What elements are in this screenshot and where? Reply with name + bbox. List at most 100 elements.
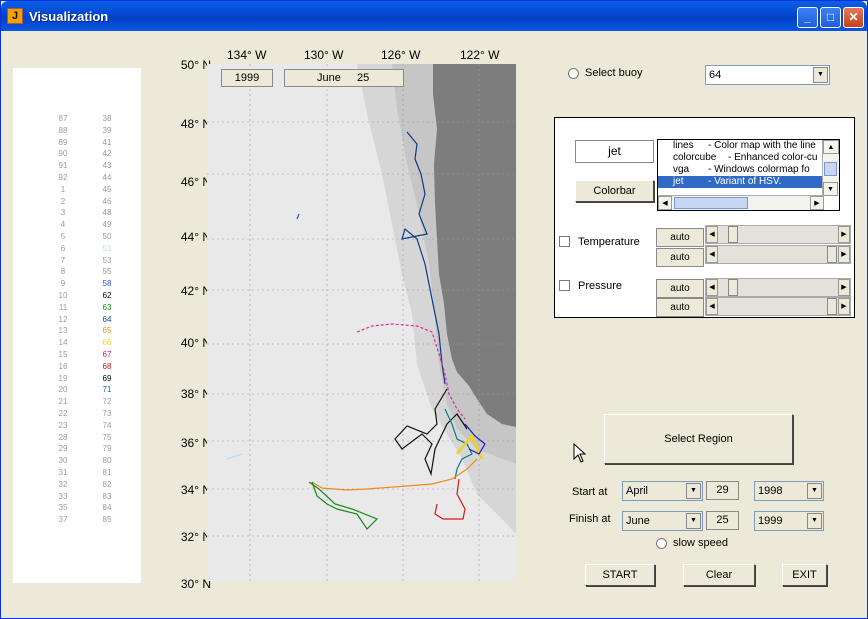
map-axes[interactable] — [207, 64, 516, 581]
buoy-id-item[interactable]: 2 — [50, 197, 76, 206]
slider-thumb[interactable] — [728, 226, 738, 243]
buoy-id-item[interactable]: 7 — [50, 256, 76, 265]
clear-button[interactable]: Clear — [683, 564, 755, 586]
buoy-id-item[interactable]: 31 — [50, 468, 76, 477]
buoy-id-item[interactable]: 79 — [94, 444, 120, 453]
buoy-id-item[interactable]: 3 — [50, 208, 76, 217]
buoy-id-item[interactable]: 75 — [94, 433, 120, 442]
listbox-vscrollbar[interactable]: ▲ ▼ — [822, 140, 839, 196]
buoy-id-item[interactable]: 58 — [94, 279, 120, 288]
buoy-id-item[interactable]: 84 — [94, 503, 120, 512]
buoy-id-item[interactable]: 53 — [94, 256, 120, 265]
buoy-id-item[interactable]: 29 — [50, 444, 76, 453]
buoy-id-item[interactable]: 80 — [94, 456, 120, 465]
scroll-up-icon[interactable]: ▲ — [823, 140, 839, 154]
buoy-id-item[interactable]: 9 — [50, 279, 76, 288]
buoy-id-item[interactable]: 15 — [50, 350, 76, 359]
close-button[interactable]: ✕ — [843, 7, 864, 28]
buoy-id-item[interactable]: 12 — [50, 315, 76, 324]
buoy-id-item[interactable]: 44 — [94, 173, 120, 182]
buoy-id-item[interactable]: 8 — [50, 267, 76, 276]
start-day-field[interactable]: 29 — [706, 481, 739, 500]
buoy-id-item[interactable]: 81 — [94, 468, 120, 477]
buoy-id-item[interactable]: 64 — [94, 315, 120, 324]
buoy-id-item[interactable]: 91 — [50, 161, 76, 170]
buoy-id-item[interactable]: 43 — [94, 161, 120, 170]
buoy-id-item[interactable]: 28 — [50, 433, 76, 442]
buoy-id-item[interactable]: 89 — [50, 138, 76, 147]
slider-thumb[interactable] — [827, 246, 837, 263]
start-button[interactable]: START — [585, 564, 655, 586]
buoy-id-item[interactable]: 11 — [50, 303, 76, 312]
buoy-select[interactable]: 64 ▼ — [705, 65, 830, 85]
buoy-id-item[interactable]: 37 — [50, 515, 76, 524]
slider-thumb[interactable] — [827, 298, 837, 315]
buoy-id-item[interactable]: 73 — [94, 409, 120, 418]
buoy-id-item[interactable]: 42 — [94, 149, 120, 158]
pressure-max-field[interactable]: auto — [656, 298, 704, 317]
buoy-id-item[interactable]: 82 — [94, 480, 120, 489]
buoy-id-item[interactable]: 14 — [50, 338, 76, 347]
colormap-list-item[interactable]: jet - Variant of HSV. — [658, 176, 823, 188]
slider-left-icon[interactable]: ◀ — [706, 279, 718, 296]
buoy-id-item[interactable]: 55 — [94, 267, 120, 276]
slow-speed-radio[interactable] — [656, 538, 667, 549]
listbox-hscrollbar[interactable]: ◀ ▶ — [658, 195, 824, 210]
listbox-vscroll-thumb[interactable] — [824, 162, 837, 176]
buoy-id-item[interactable]: 62 — [94, 291, 120, 300]
buoy-id-item[interactable]: 74 — [94, 421, 120, 430]
scroll-right-icon[interactable]: ▶ — [810, 196, 824, 210]
colormap-list-item[interactable]: colorcube - Enhanced color-cu — [658, 152, 823, 164]
select-buoy-radio[interactable] — [568, 68, 579, 79]
buoy-id-item[interactable]: 1 — [50, 185, 76, 194]
finish-month-select[interactable]: June ▼ — [622, 511, 703, 531]
finish-year-select[interactable]: 1999 ▼ — [754, 511, 824, 531]
buoy-id-item[interactable]: 20 — [50, 385, 76, 394]
buoy-id-item[interactable]: 35 — [50, 503, 76, 512]
buoy-id-item[interactable]: 72 — [94, 397, 120, 406]
slider-thumb[interactable] — [728, 279, 738, 296]
buoy-id-item[interactable]: 30 — [50, 456, 76, 465]
buoy-id-item[interactable]: 5 — [50, 232, 76, 241]
buoy-id-item[interactable]: 85 — [94, 515, 120, 524]
buoy-id-item[interactable]: 68 — [94, 362, 120, 371]
select-region-button[interactable]: Select Region — [604, 414, 793, 464]
temperature-max-field[interactable]: auto — [656, 248, 704, 267]
temperature-min-slider[interactable]: ◀ ▶ — [705, 225, 851, 244]
buoy-id-item[interactable]: 32 — [50, 480, 76, 489]
buoy-id-item[interactable]: 71 — [94, 385, 120, 394]
listbox-hscroll-thumb[interactable] — [674, 197, 748, 209]
buoy-id-item[interactable]: 46 — [94, 197, 120, 206]
finish-day-field[interactable]: 25 — [706, 511, 739, 530]
slider-right-icon[interactable]: ▶ — [838, 226, 850, 243]
scroll-left-icon[interactable]: ◀ — [658, 196, 672, 210]
pressure-min-field[interactable]: auto — [656, 279, 704, 298]
slider-right-icon[interactable]: ▶ — [838, 298, 850, 315]
title-bar[interactable]: J Visualization _ □ ✕ — [1, 1, 867, 31]
slider-left-icon[interactable]: ◀ — [706, 298, 718, 315]
buoy-id-item[interactable]: 41 — [94, 138, 120, 147]
buoy-id-item[interactable]: 63 — [94, 303, 120, 312]
buoy-id-item[interactable]: 45 — [94, 185, 120, 194]
buoy-id-item[interactable]: 39 — [94, 126, 120, 135]
slider-left-icon[interactable]: ◀ — [706, 226, 718, 243]
buoy-id-item[interactable]: 6 — [50, 244, 76, 253]
buoy-id-item[interactable]: 16 — [50, 362, 76, 371]
buoy-id-item[interactable]: 48 — [94, 208, 120, 217]
buoy-id-item[interactable]: 13 — [50, 326, 76, 335]
colorbar-button[interactable]: Colorbar — [575, 180, 654, 202]
colormap-list-item[interactable]: vga - Windows colormap fo — [658, 164, 823, 176]
slider-right-icon[interactable]: ▶ — [838, 279, 850, 296]
buoy-id-item[interactable]: 22 — [50, 409, 76, 418]
temperature-checkbox[interactable] — [559, 236, 570, 247]
buoy-id-item[interactable]: 65 — [94, 326, 120, 335]
buoy-id-item[interactable]: 88 — [50, 126, 76, 135]
pressure-max-slider[interactable]: ◀ ▶ — [705, 297, 851, 316]
colormap-list-item[interactable]: lines - Color map with the line — [658, 140, 823, 152]
buoy-id-item[interactable]: 19 — [50, 374, 76, 383]
buoy-id-item[interactable]: 66 — [94, 338, 120, 347]
buoy-id-item[interactable]: 92 — [50, 173, 76, 182]
buoy-id-item[interactable]: 87 — [50, 114, 76, 123]
temperature-min-field[interactable]: auto — [656, 228, 704, 247]
start-year-select[interactable]: 1998 ▼ — [754, 481, 824, 501]
